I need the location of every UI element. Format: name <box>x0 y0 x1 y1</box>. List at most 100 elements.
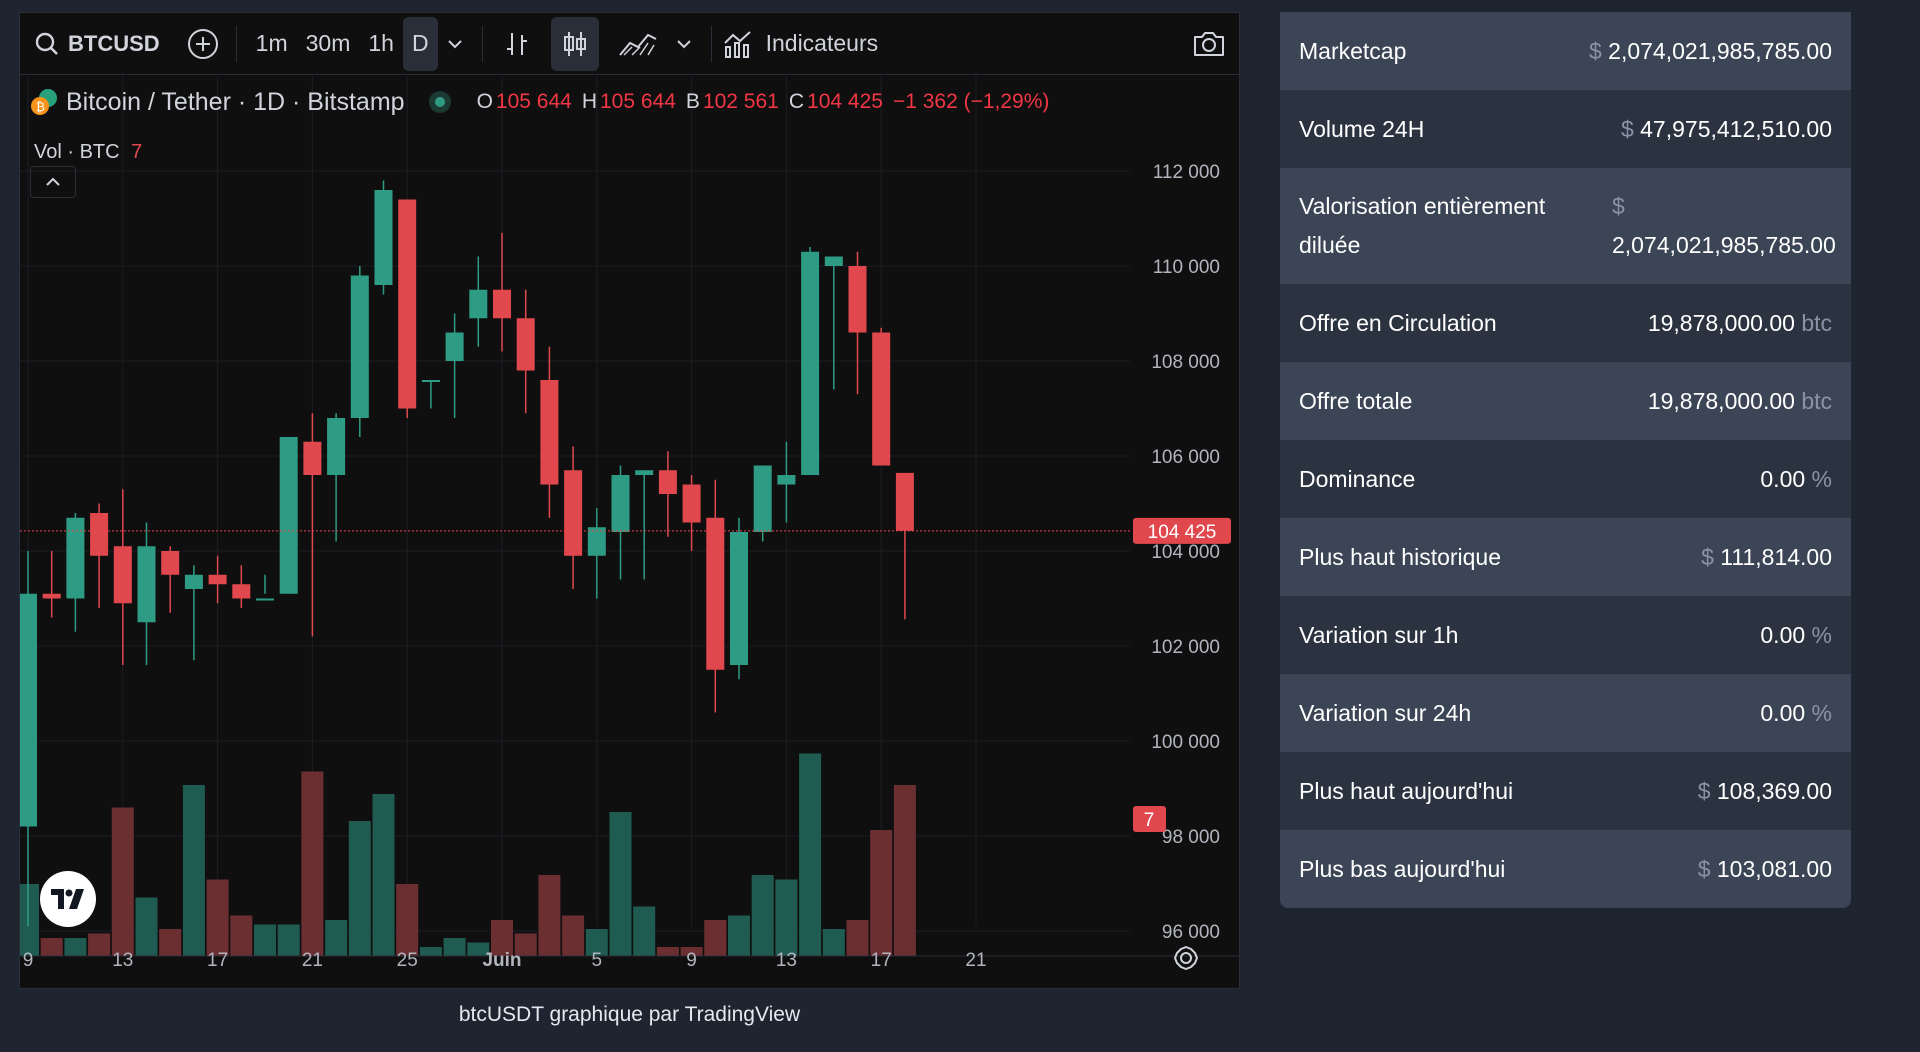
chart-toolbar: BTCUSD 1m 30m 1h D Indicateurs <box>20 13 1239 75</box>
volume-bar <box>20 884 39 956</box>
stat-value: 103,081.00 <box>1716 855 1832 882</box>
candle-body <box>824 256 843 266</box>
low-value: 102 561 <box>702 90 779 113</box>
stat-label: Offre totale <box>1299 387 1413 414</box>
time-tick-label: 5 <box>592 950 603 971</box>
stat-value: 2,074,021,985,785.00 <box>1608 37 1832 64</box>
price-tick-label: 106 000 <box>1151 447 1220 468</box>
volume-bar <box>254 924 276 956</box>
volume-bar <box>64 938 87 956</box>
interval-30m[interactable]: 30m <box>297 17 360 71</box>
area-chart-icon <box>618 29 658 59</box>
time-tick-label: 13 <box>112 950 133 971</box>
price-tick-label: 98 000 <box>1162 827 1220 848</box>
candle-body <box>421 380 440 382</box>
interval-d[interactable]: D <box>402 16 438 71</box>
candle-body <box>161 551 180 575</box>
stats-table: Marketcap $ 2,074,021,985,785.00 Volume 24… <box>1280 12 1851 908</box>
candle-body <box>753 465 772 532</box>
volume-badge-label: 7 <box>1144 810 1155 831</box>
stat-value-group: 0.00 % <box>1760 622 1832 649</box>
snapshot-button[interactable] <box>1191 13 1227 75</box>
indicators-button[interactable]: Indicateurs <box>722 13 879 75</box>
interval-1h[interactable]: 1h <box>359 17 403 71</box>
interval-1m[interactable]: 1m <box>247 17 297 71</box>
candle-body <box>208 574 227 585</box>
stat-row: Variation sur 1h 0.00 % <box>1280 596 1851 674</box>
compare-button[interactable] <box>186 13 220 75</box>
candles <box>20 180 914 927</box>
volume-bar <box>419 947 442 956</box>
candle-body <box>256 598 274 601</box>
chart-type-group <box>493 13 701 75</box>
price-tick-label: 108 000 <box>1151 352 1220 373</box>
candle-body <box>113 546 132 604</box>
time-tick-label: 17 <box>871 950 892 971</box>
volume-bar <box>656 947 679 956</box>
volume-value: 7 <box>131 141 143 163</box>
candle-body <box>777 475 796 485</box>
stat-value-group: $ 2,074,021,985,785.00 <box>1589 38 1832 65</box>
last-price-label: 104 425 <box>1148 522 1217 543</box>
symbol-label: BTCUSD <box>68 30 160 56</box>
time-tick-label: 21 <box>965 950 986 971</box>
candlestick-icon <box>560 29 590 59</box>
stat-row: Valorisation entièrement diluée $2,074,02… <box>1280 168 1851 284</box>
candle-body <box>327 418 346 475</box>
candle-body <box>469 289 488 319</box>
volume-bar <box>40 938 63 956</box>
time-tick-label: 25 <box>397 950 418 971</box>
interval-dropdown[interactable] <box>438 17 472 71</box>
stat-label: Variation sur 24h <box>1299 699 1472 726</box>
tradingview-logo[interactable] <box>40 871 96 927</box>
volume-bar <box>348 821 371 956</box>
stat-value-group: $2,074,021,985,785.00 <box>1612 187 1836 265</box>
candle-body <box>137 546 156 623</box>
stat-value: 19,878,000.00 <box>1647 387 1795 414</box>
price-tick-label: 96 000 <box>1162 922 1220 943</box>
stat-label: Variation sur 1h <box>1299 621 1459 648</box>
candle-body <box>801 251 820 475</box>
candle-body <box>398 199 417 409</box>
stat-label: Dominance <box>1299 465 1416 492</box>
collapse-legend-button[interactable] <box>30 166 76 198</box>
symbol-search[interactable]: BTCUSD <box>34 13 160 75</box>
indicators-label: Indicateurs <box>765 30 879 56</box>
volume-bar <box>325 920 348 956</box>
price-chart[interactable]: 104 425 112 000 110 000 108 000 106 000 104 … <box>20 76 1239 988</box>
volume-bar <box>88 933 111 956</box>
series-legend: ₿ Bitcoin / Tether · 1D · Bitstamp O 105 … <box>30 87 1049 117</box>
close-label: C <box>788 90 805 113</box>
stat-value-group: 19,878,000.00 btc <box>1648 388 1832 415</box>
chart-type-dropdown[interactable] <box>667 17 701 71</box>
stat-unit: btc <box>1801 387 1832 414</box>
stat-currency: $ <box>1697 777 1711 804</box>
stat-value: 0.00 <box>1760 621 1806 648</box>
volume-legend: Vol · BTC 7 <box>34 141 142 164</box>
volume-bar <box>277 924 300 956</box>
stat-value: 0.00 <box>1760 465 1806 492</box>
toolbar-separator <box>481 25 483 62</box>
candle-body <box>232 584 251 599</box>
time-tick-label: 9 <box>23 950 34 971</box>
volume-bar <box>182 785 205 956</box>
market-status-icon[interactable] <box>428 91 451 113</box>
stat-value: 108,369.00 <box>1716 777 1832 804</box>
candles-style-button[interactable] <box>550 16 599 71</box>
stat-row: Plus haut aujourd'hui $ 108,369.00 <box>1280 752 1851 830</box>
bars-style-button[interactable] <box>493 17 541 71</box>
candle-body <box>42 593 61 599</box>
price-tick-label: 102 000 <box>1151 637 1220 658</box>
stat-unit: % <box>1811 699 1832 726</box>
bitcoin-tether-icon: ₿ <box>30 87 60 117</box>
area-style-button[interactable] <box>609 17 667 71</box>
price-tick-label: 100 000 <box>1151 732 1220 753</box>
volume-bar <box>159 929 182 956</box>
stat-currency: $ <box>1697 855 1711 882</box>
time-tick-label: 9 <box>686 950 697 971</box>
add-circle-icon <box>186 27 220 61</box>
stat-unit: % <box>1811 621 1832 648</box>
volume-bar <box>846 920 869 956</box>
chart-caption[interactable]: btcUSDT graphique par TradingView <box>19 990 1240 1040</box>
stat-value: 0.00 <box>1760 699 1806 726</box>
